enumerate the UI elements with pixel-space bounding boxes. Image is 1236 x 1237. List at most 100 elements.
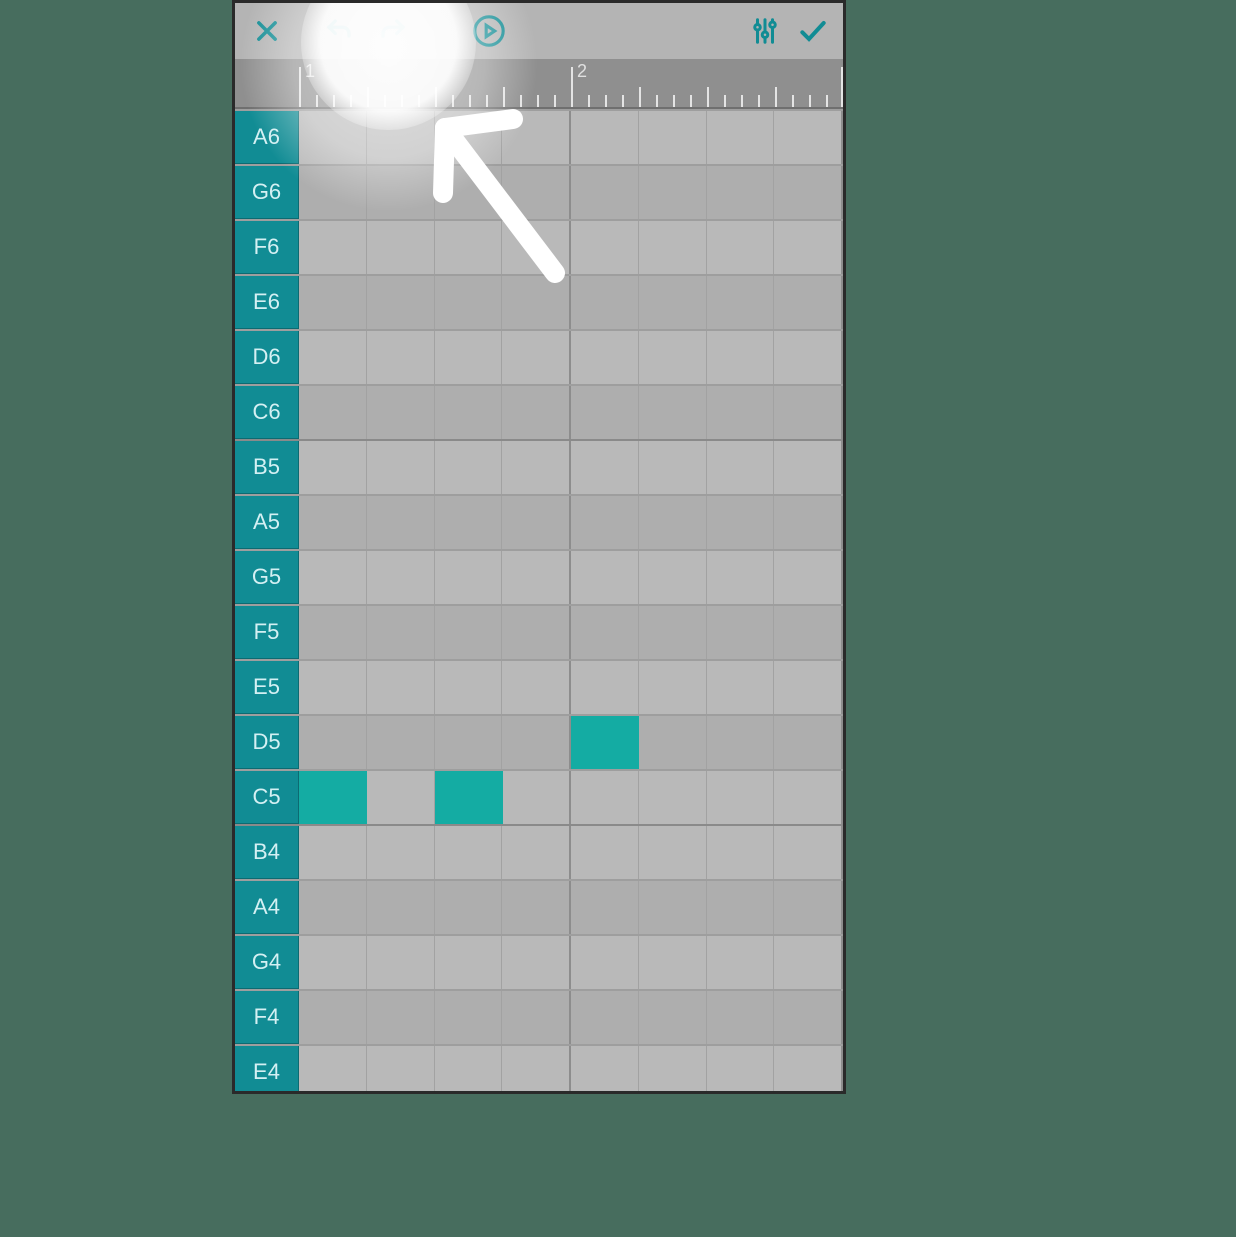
play-button[interactable] [465,7,513,55]
midi-note[interactable] [435,771,503,824]
grid-cell[interactable] [707,331,775,384]
grid-cell[interactable] [774,276,843,329]
grid-cell[interactable] [639,221,707,274]
close-button[interactable] [243,7,291,55]
grid-cell[interactable] [435,826,503,879]
note-row[interactable]: E6 [235,274,843,329]
grid-cell[interactable] [502,716,571,769]
grid-cell[interactable] [571,551,639,604]
grid-cell[interactable] [707,661,775,714]
grid-cell[interactable] [435,111,503,164]
grid-cell[interactable] [571,936,639,989]
grid-cell[interactable] [639,441,707,494]
grid-cell[interactable] [639,991,707,1044]
grid-cell[interactable] [299,331,367,384]
grid-cell[interactable] [502,826,571,879]
grid-cell[interactable] [707,276,775,329]
grid-cell[interactable] [367,881,435,934]
grid-cell[interactable] [435,331,503,384]
grid-cell[interactable] [774,606,843,659]
grid-cell[interactable] [502,991,571,1044]
confirm-button[interactable] [789,7,837,55]
note-row[interactable]: C5 [235,769,843,824]
grid-cell[interactable] [299,826,367,879]
grid-cell[interactable] [639,111,707,164]
grid-cell[interactable] [367,1046,435,1094]
grid-cell[interactable] [571,991,639,1044]
grid-cell[interactable] [367,936,435,989]
note-row[interactable]: D6 [235,329,843,384]
grid-cell[interactable] [639,331,707,384]
grid-cell[interactable] [502,111,571,164]
grid-cell[interactable] [299,221,367,274]
grid-cell[interactable] [299,386,367,439]
note-row[interactable]: D5 [235,714,843,769]
grid-cell[interactable] [435,551,503,604]
grid-cell[interactable] [299,606,367,659]
grid-cell[interactable] [571,1046,639,1094]
timeline-ruler[interactable]: 122 [235,59,843,109]
grid-cell[interactable] [299,496,367,549]
note-row[interactable]: G6 [235,164,843,219]
grid-cell[interactable] [639,551,707,604]
grid-cell[interactable] [707,826,775,879]
grid-cell[interactable] [299,166,367,219]
grid-cell[interactable] [639,606,707,659]
grid-cell[interactable] [367,991,435,1044]
grid-cell[interactable] [707,496,775,549]
grid-cell[interactable] [571,881,639,934]
grid-cell[interactable] [367,826,435,879]
grid-cell[interactable] [707,771,775,824]
grid-cell[interactable] [571,441,639,494]
grid-cell[interactable] [774,441,843,494]
grid-cell[interactable] [502,276,571,329]
grid-cell[interactable] [571,826,639,879]
note-row[interactable]: B4 [235,824,843,879]
grid-cell[interactable] [502,166,571,219]
grid-cell[interactable] [435,386,503,439]
grid-cell[interactable] [435,991,503,1044]
grid-cell[interactable] [774,936,843,989]
grid-cell[interactable] [707,441,775,494]
grid-cell[interactable] [639,936,707,989]
grid-cell[interactable] [571,331,639,384]
grid-cell[interactable] [639,166,707,219]
grid-cell[interactable] [435,496,503,549]
grid-cell[interactable] [774,1046,843,1094]
grid-cell[interactable] [367,496,435,549]
grid-cell[interactable] [707,386,775,439]
grid-cell[interactable] [571,386,639,439]
grid-cell[interactable] [435,936,503,989]
midi-note[interactable] [571,716,639,769]
note-row[interactable]: E4 [235,1044,843,1094]
grid-cell[interactable] [774,551,843,604]
grid-cell[interactable] [639,881,707,934]
note-row[interactable]: A5 [235,494,843,549]
note-row[interactable]: G5 [235,549,843,604]
mixer-button[interactable] [741,7,789,55]
grid-cell[interactable] [774,991,843,1044]
grid-cell[interactable] [502,936,571,989]
grid-cell[interactable] [774,331,843,384]
grid-cell[interactable] [502,496,571,549]
grid-cell[interactable] [367,386,435,439]
grid-cell[interactable] [707,716,775,769]
grid-cell[interactable] [571,496,639,549]
grid-cell[interactable] [367,661,435,714]
grid-cell[interactable] [367,606,435,659]
grid-cell[interactable] [435,221,503,274]
grid-cell[interactable] [774,166,843,219]
grid-cell[interactable] [502,331,571,384]
grid-cell[interactable] [639,386,707,439]
grid-cell[interactable] [707,166,775,219]
grid-cell[interactable] [435,881,503,934]
grid-cell[interactable] [707,881,775,934]
grid-cell[interactable] [707,936,775,989]
grid-cell[interactable] [367,221,435,274]
grid-cell[interactable] [435,441,503,494]
grid-cell[interactable] [639,1046,707,1094]
grid-cell[interactable] [707,606,775,659]
grid-cell[interactable] [367,551,435,604]
grid-cell[interactable] [367,771,435,824]
grid-cell[interactable] [707,221,775,274]
